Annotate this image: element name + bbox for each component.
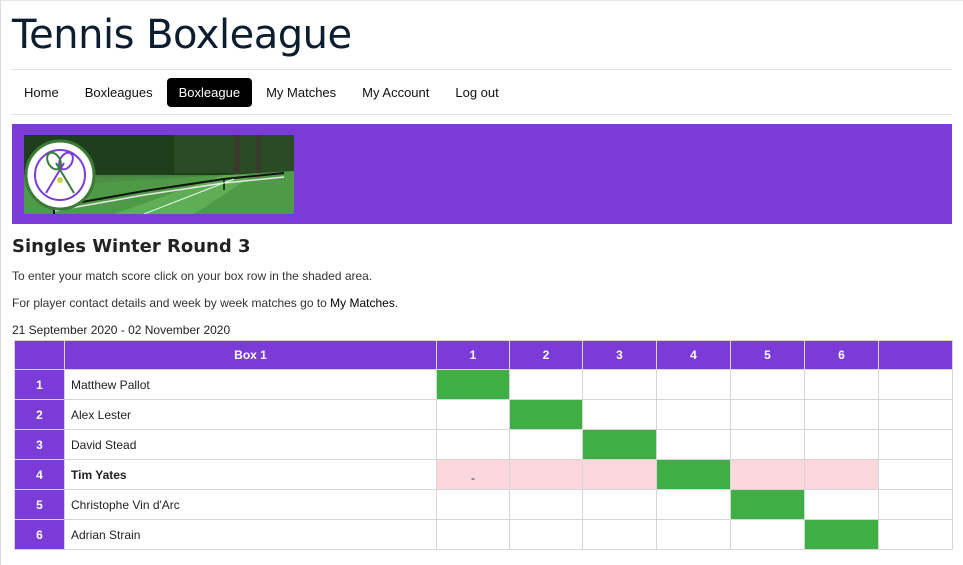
table-row: 2 Alex Lester (14, 399, 953, 430)
row-number: 2 (14, 399, 65, 430)
box-header: Box 1 (64, 340, 437, 370)
score-cell[interactable] (804, 459, 879, 490)
table-row: 5 Christophe Vin d'Arc (14, 489, 953, 520)
nav-my-matches[interactable]: My Matches (254, 78, 348, 107)
contact-text: For player contact details and week by w… (12, 296, 331, 310)
player-name: Alex Lester (64, 399, 437, 430)
contact-end: . (394, 296, 399, 310)
col-header: 2 (509, 340, 583, 370)
header-blank (878, 340, 953, 370)
col-header: 1 (436, 340, 510, 370)
club-banner (12, 124, 952, 224)
contact-instructions: For player contact details and week by w… (12, 296, 398, 310)
score-cell (509, 489, 583, 520)
score-cell (656, 489, 731, 520)
score-cell (509, 429, 583, 460)
row-number: 4 (14, 459, 65, 490)
score-cell[interactable] (509, 459, 583, 490)
score-cell (582, 369, 657, 400)
score-cell[interactable] (582, 459, 657, 490)
my-table-row[interactable]: 4 Tim Yates - (14, 459, 953, 490)
row-number: 5 (14, 489, 65, 520)
site-title: Tennis Boxleague (12, 12, 352, 58)
extra-cell (878, 399, 953, 430)
row-number: 6 (14, 519, 65, 550)
score-cell (582, 399, 657, 430)
my-matches-link[interactable]: My Matches (330, 296, 395, 310)
main-nav: Home Boxleagues Boxleague My Matches My … (12, 69, 952, 115)
player-name: David Stead (64, 429, 437, 460)
self-match-cell (436, 369, 510, 400)
date-range: 21 September 2020 - 02 November 2020 (12, 323, 231, 337)
player-name: Tim Yates (64, 459, 437, 490)
table-row: 6 Adrian Strain (14, 519, 953, 550)
player-name: Matthew Pallot (64, 369, 437, 400)
self-match-cell (582, 429, 657, 460)
score-cell (804, 399, 879, 430)
score-cell (804, 489, 879, 520)
score-cell (436, 489, 510, 520)
score-cell (436, 399, 510, 430)
col-header: 5 (730, 340, 805, 370)
row-number: 1 (14, 369, 65, 400)
boxleague-table: Box 1 1 2 3 4 5 6 1 Matthew Pallot 2 Ale… (14, 340, 953, 550)
score-cell (582, 489, 657, 520)
extra-cell (878, 369, 953, 400)
score-cell (804, 369, 879, 400)
table-row: 3 David Stead (14, 429, 953, 460)
table-header-row: Box 1 1 2 3 4 5 6 (14, 340, 953, 370)
score-cell (436, 519, 510, 550)
nav-boxleague[interactable]: Boxleague (166, 77, 253, 107)
extra-cell (878, 489, 953, 520)
score-cell (730, 369, 805, 400)
table-row: 1 Matthew Pallot (14, 369, 953, 400)
self-match-cell (730, 489, 805, 520)
col-header: 6 (804, 340, 879, 370)
score-cell (436, 429, 510, 460)
row-number: 3 (14, 429, 65, 460)
self-match-cell (509, 399, 583, 430)
header-corner (14, 340, 65, 370)
score-cell (509, 519, 583, 550)
round-title: Singles Winter Round 3 (12, 236, 251, 257)
extra-cell (878, 519, 953, 550)
player-name: Christophe Vin d'Arc (64, 489, 437, 520)
score-cell (656, 519, 731, 550)
nav-boxleagues[interactable]: Boxleagues (73, 78, 165, 107)
player-name: Adrian Strain (64, 519, 437, 550)
score-cell[interactable] (730, 459, 805, 490)
banner-image (24, 135, 294, 214)
score-cell (656, 369, 731, 400)
score-cell (656, 399, 731, 430)
nav-my-account[interactable]: My Account (350, 78, 441, 107)
col-header: 4 (656, 340, 731, 370)
tennis-court-image (24, 135, 294, 214)
score-instructions: To enter your match score click on your … (12, 269, 373, 283)
score-cell (582, 519, 657, 550)
score-cell (509, 369, 583, 400)
score-cell (730, 519, 805, 550)
score-cell (730, 429, 805, 460)
extra-cell (878, 429, 953, 460)
score-cell (656, 429, 731, 460)
score-cell (730, 399, 805, 430)
self-match-cell (656, 459, 731, 490)
score-cell (804, 429, 879, 460)
nav-home[interactable]: Home (12, 78, 71, 107)
col-header: 3 (582, 340, 657, 370)
extra-cell (878, 459, 953, 490)
self-match-cell (804, 519, 879, 550)
score-cell[interactable]: - (436, 459, 510, 490)
nav-log-out[interactable]: Log out (443, 78, 510, 107)
